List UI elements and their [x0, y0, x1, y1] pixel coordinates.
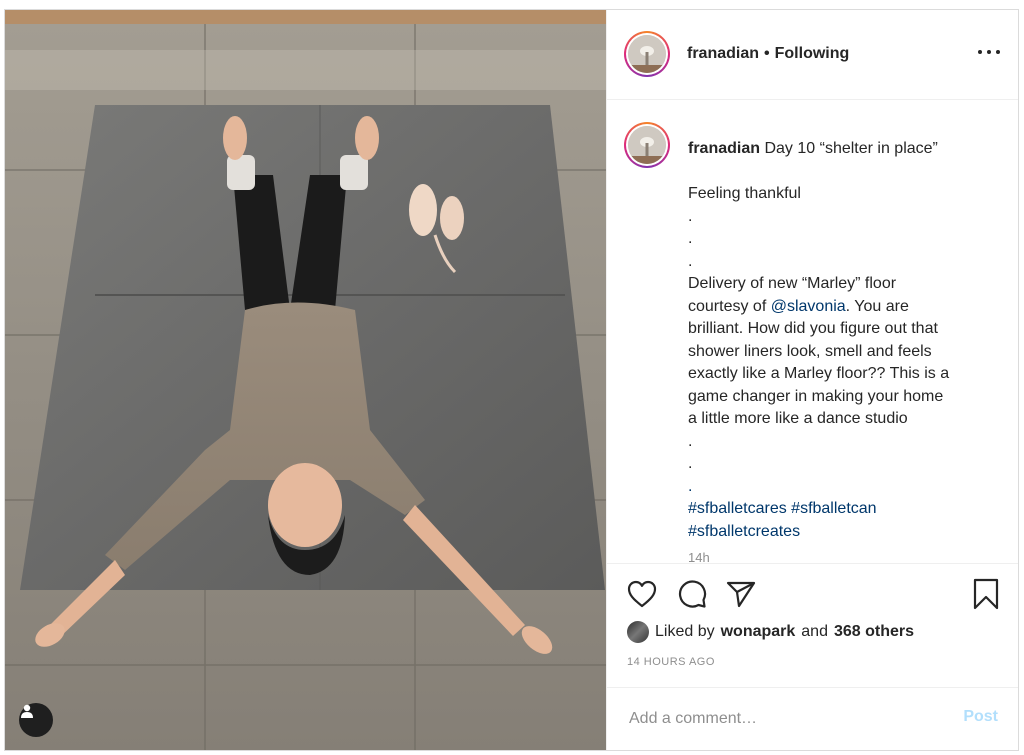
caption-dot: .: [688, 477, 693, 495]
person-glyph: [21, 704, 33, 718]
mention-link[interactable]: @slavonia: [771, 298, 846, 315]
hashtags-line-2[interactable]: #sfballetcreates: [688, 521, 1006, 544]
post-side-panel: franadian•Following franadian Day 10 “: [606, 10, 1018, 750]
bookmark-icon[interactable]: [972, 578, 1000, 615]
author-username-link[interactable]: franadian: [687, 45, 759, 62]
comment-input[interactable]: [627, 706, 951, 732]
likes-joiner: and: [801, 623, 828, 640]
caption-dot: .: [688, 432, 693, 450]
courtesy-prefix: courtesy of: [688, 297, 767, 315]
post-comment-button[interactable]: Post: [963, 708, 998, 726]
caption-scroll-area[interactable]: franadian Day 10 “shelter in place” Feel…: [607, 101, 1018, 563]
paper-plane-icon[interactable]: [726, 580, 756, 613]
caption-body-line: shower liners look, smell and feels: [688, 342, 932, 360]
liker-avatar[interactable]: [627, 621, 649, 643]
caption-body-line: game changer in making your home: [688, 387, 944, 405]
add-comment-bar: Post: [607, 687, 1018, 750]
avatar-ballet-image: [628, 126, 666, 164]
comment-icon[interactable]: [677, 579, 707, 614]
likes-prefix: Liked by: [655, 623, 715, 640]
post-caption: franadian Day 10 “shelter in place” Feel…: [688, 138, 1006, 563]
avatar-ballet-image: [628, 35, 666, 73]
courtesy-suffix: . You are: [845, 297, 909, 315]
caption-dot: .: [688, 230, 693, 247]
caption-body-line: brilliant. How did you figure out that: [688, 320, 938, 337]
caption-username-link[interactable]: franadian: [688, 140, 760, 157]
likes-others-link[interactable]: 368 others: [834, 623, 914, 641]
post-time-ago[interactable]: 14 HOURS AGO: [627, 656, 715, 668]
instagram-post-modal: franadian•Following franadian Day 10 “: [4, 9, 1019, 751]
caption-dot: .: [688, 455, 693, 472]
likes-summary: Liked by wonapark and 368 others: [627, 621, 914, 643]
heart-icon[interactable]: [627, 580, 657, 613]
caption-delivery-line: Delivery of new “Marley” floor: [688, 275, 897, 292]
header-username-row: franadian • Following: [687, 45, 849, 63]
photo-illustration: [5, 10, 606, 750]
caption-body-line: exactly like a Marley floor?? This is a: [688, 365, 950, 382]
caption-dot: .: [688, 207, 693, 225]
caption-dot: .: [688, 252, 693, 270]
post-header: franadian • Following: [607, 10, 1018, 100]
hashtags-line-1[interactable]: #sfballetcares #sfballetcan: [688, 498, 1006, 521]
author-avatar[interactable]: [624, 31, 670, 77]
caption-timestamp[interactable]: 14h: [688, 547, 1006, 563]
following-button[interactable]: Following: [775, 45, 850, 62]
liker-username-link[interactable]: wonapark: [721, 623, 796, 641]
caption-title: Day 10 “shelter in place”: [764, 140, 938, 157]
more-options-icon[interactable]: [978, 48, 1000, 56]
caption-courtesy-line: courtesy of @slavonia. You are: [688, 296, 1006, 319]
post-actions-section: Liked by wonapark and 368 others 14 HOUR…: [607, 563, 1018, 687]
post-photo[interactable]: [5, 10, 606, 750]
caption-line-thankful: Feeling thankful: [688, 185, 801, 202]
caption-author-avatar[interactable]: [624, 122, 670, 168]
caption-body-line: a little more like a dance studio: [688, 410, 908, 427]
separator-dot: •: [764, 45, 770, 62]
caption-title-line: franadian Day 10 “shelter in place”: [688, 138, 1006, 161]
user-tag-icon[interactable]: [19, 703, 53, 737]
